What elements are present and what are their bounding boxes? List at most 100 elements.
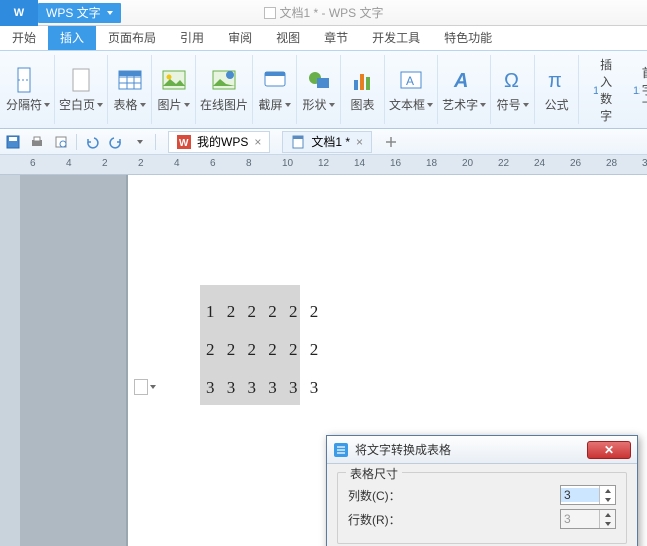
- symbol-icon: Ω: [499, 66, 527, 94]
- wps-home-tab[interactable]: W 我的WPS ×: [168, 131, 270, 153]
- menu-tab-5[interactable]: 视图: [264, 25, 312, 50]
- menu-tab-8[interactable]: 特色功能: [432, 25, 504, 50]
- ribbon-chart[interactable]: 图表: [341, 55, 385, 124]
- separator: [155, 134, 156, 150]
- workspace: 1 2 2 2 2 2 2 2 2 2 2 2 3 3 3 3 3 3 将文字转…: [0, 175, 647, 546]
- chevron-down-icon: [140, 103, 146, 107]
- ribbon-online-picture[interactable]: 在线图片: [196, 55, 253, 124]
- quick-access-bar: W 我的WPS × 文档1 * ×: [0, 129, 647, 155]
- svg-text:π: π: [548, 70, 562, 92]
- ruler-tick: 2: [138, 158, 144, 169]
- columns-label: 列数(C)：: [348, 487, 428, 504]
- ribbon-table[interactable]: 表格: [108, 55, 152, 124]
- menu-tab-3[interactable]: 引用: [168, 25, 216, 50]
- separator-legend: 文字分隔位置: [346, 545, 426, 546]
- blank-page-icon: [67, 66, 95, 94]
- ribbon-symbol[interactable]: Ω符号: [491, 55, 535, 124]
- ruler-tick: 18: [426, 158, 437, 169]
- table-size-group: 表格尺寸 列数(C)： 行数(R)：: [337, 472, 627, 544]
- columns-spinner[interactable]: [560, 485, 616, 505]
- ribbon: 分隔符空白页表格图片在线图片截屏形状图表A文本框A艺术字Ω符号π公式 12插入数…: [0, 51, 647, 129]
- ribbon-equation[interactable]: π公式: [535, 55, 579, 124]
- ruler-tick: 6: [30, 158, 36, 169]
- chevron-down-icon: [107, 11, 113, 15]
- menu-tab-1[interactable]: 插入: [48, 25, 96, 50]
- ruler-tick: 2: [102, 158, 108, 169]
- redo-icon[interactable]: [107, 133, 125, 151]
- ruler-tick: 22: [498, 158, 509, 169]
- chevron-down-icon: [480, 103, 486, 107]
- close-icon[interactable]: ×: [356, 135, 363, 149]
- dialog-icon: [333, 442, 349, 458]
- ribbon-dropcap-icon[interactable]: 12首字下: [629, 62, 647, 117]
- chevron-down-icon: [184, 103, 190, 107]
- convert-text-to-table-dialog: 将文字转换成表格 ✕ 表格尺寸 列数(C)： 行数(R)：: [326, 435, 638, 546]
- page-margin-area: [20, 175, 126, 546]
- paste-options-button[interactable]: [134, 379, 156, 395]
- horizontal-ruler[interactable]: 64224681012141618202224262830: [0, 155, 647, 175]
- wordart-icon: A: [450, 66, 478, 94]
- ribbon-number-icon[interactable]: 12插入数字: [589, 54, 623, 126]
- close-button[interactable]: ✕: [587, 441, 631, 459]
- chevron-down-icon: [150, 385, 156, 389]
- ruler-tick: 4: [66, 158, 72, 169]
- add-tab-icon[interactable]: [382, 133, 400, 151]
- table-size-legend: 表格尺寸: [346, 465, 402, 482]
- save-icon[interactable]: [4, 133, 22, 151]
- ruler-tick: 6: [210, 158, 216, 169]
- ruler-tick: 14: [354, 158, 365, 169]
- ruler-tick: 28: [606, 158, 617, 169]
- ribbon-shapes[interactable]: 形状: [297, 55, 341, 124]
- dialog-titlebar[interactable]: 将文字转换成表格 ✕: [327, 436, 637, 464]
- chart-icon: [349, 66, 377, 94]
- doc-tab-label: 文档1 *: [311, 133, 350, 150]
- table-icon: [116, 66, 144, 94]
- ribbon-blank-page[interactable]: 空白页: [55, 55, 108, 124]
- menu-tab-6[interactable]: 章节: [312, 25, 360, 50]
- svg-text:12: 12: [633, 85, 640, 97]
- shapes-icon: [305, 66, 333, 94]
- vertical-ruler[interactable]: [0, 175, 20, 546]
- ruler-tick: 4: [174, 158, 180, 169]
- document-icon: [291, 135, 305, 149]
- page-break-icon: [14, 66, 42, 94]
- textbox-icon: A: [397, 66, 425, 94]
- screenshot-icon: [261, 66, 289, 94]
- chevron-down-icon: [329, 103, 335, 107]
- menu-tab-7[interactable]: 开发工具: [360, 25, 432, 50]
- ribbon-textbox[interactable]: A文本框: [385, 55, 438, 124]
- picture-icon: [160, 66, 188, 94]
- spin-up[interactable]: [600, 486, 615, 495]
- ribbon-page-break[interactable]: 分隔符: [2, 55, 55, 124]
- ribbon-wordart[interactable]: A艺术字: [438, 55, 491, 124]
- menu-tab-0[interactable]: 开始: [0, 25, 48, 50]
- dialog-body: 表格尺寸 列数(C)： 行数(R)：: [327, 464, 637, 546]
- document-icon: [263, 7, 275, 19]
- spin-up: [600, 510, 615, 519]
- document-tab[interactable]: 文档1 * ×: [282, 131, 372, 153]
- chevron-down-icon: [97, 103, 103, 107]
- app-name: WPS 文字: [46, 4, 101, 21]
- spin-down[interactable]: [600, 495, 615, 504]
- svg-text:12: 12: [593, 85, 598, 97]
- dropdown-icon[interactable]: [131, 133, 149, 151]
- close-icon[interactable]: ×: [254, 135, 261, 149]
- app-logo: W: [0, 0, 38, 26]
- columns-input[interactable]: [561, 488, 599, 502]
- chevron-down-icon: [427, 103, 433, 107]
- rows-spinner: [560, 509, 616, 529]
- ruler-tick: 26: [570, 158, 581, 169]
- app-menu[interactable]: WPS 文字: [38, 3, 121, 23]
- ribbon-picture[interactable]: 图片: [152, 55, 196, 124]
- chevron-down-icon: [523, 103, 529, 107]
- print-icon[interactable]: [28, 133, 46, 151]
- svg-text:A: A: [406, 74, 414, 88]
- selected-text-block[interactable]: 1 2 2 2 2 2 2 2 2 2 2 2 3 3 3 3 3 3: [200, 285, 300, 405]
- undo-icon[interactable]: [83, 133, 101, 151]
- ribbon-screenshot[interactable]: 截屏: [253, 55, 297, 124]
- ruler-tick: 16: [390, 158, 401, 169]
- ruler-tick: 12: [318, 158, 329, 169]
- print-preview-icon[interactable]: [52, 133, 70, 151]
- menu-tab-2[interactable]: 页面布局: [96, 25, 168, 50]
- menu-tab-4[interactable]: 审阅: [216, 25, 264, 50]
